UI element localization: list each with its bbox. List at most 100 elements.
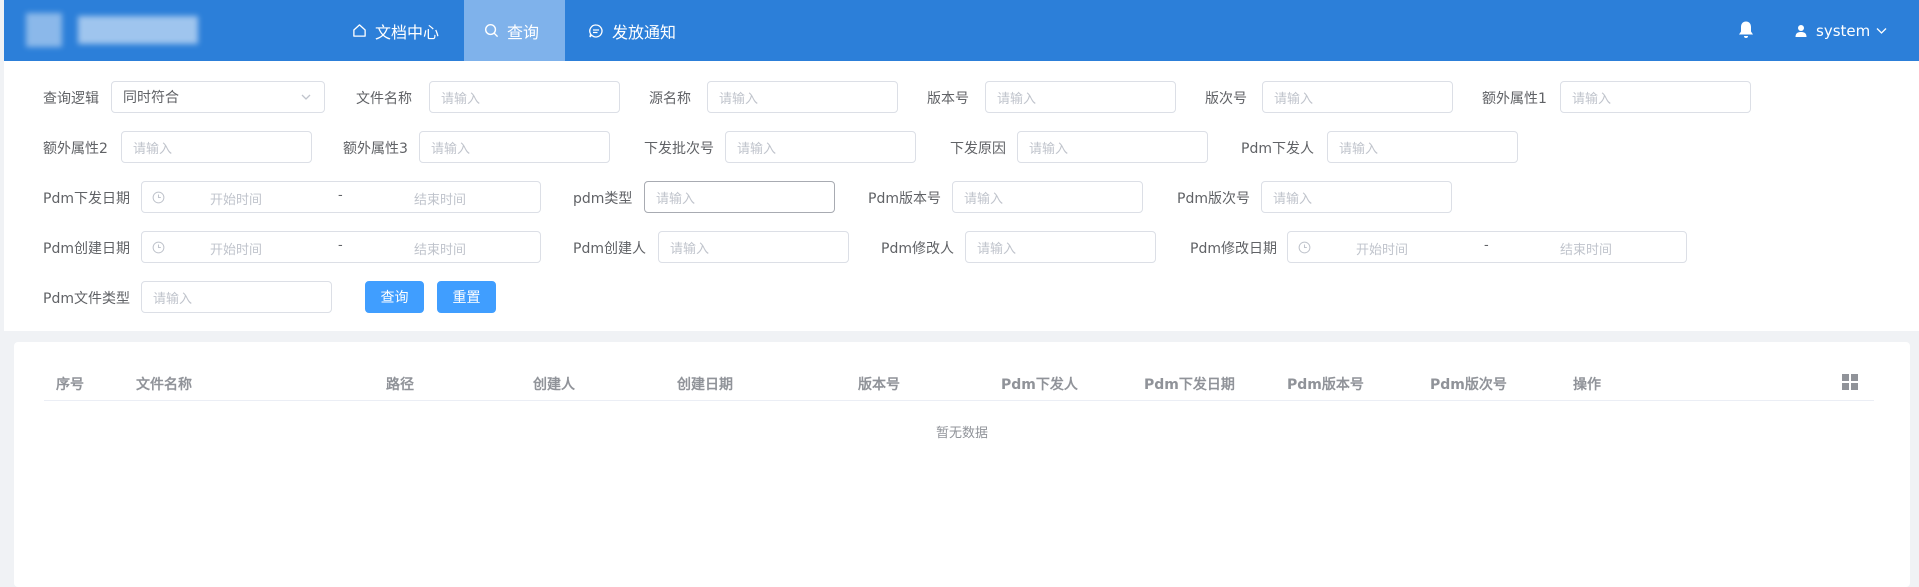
logic-label: 查询逻辑 <box>43 91 99 107</box>
pdm-type-input[interactable]: 请输入 <box>644 181 835 213</box>
message-icon <box>589 23 603 38</box>
column-header: Pdm下发人 <box>1001 377 1078 393</box>
column-header: 序号 <box>56 377 84 393</box>
column-header: 创建人 <box>533 377 575 393</box>
extra1-label: 额外属性1 <box>1482 91 1547 107</box>
placeholder: 请输入 <box>670 241 710 257</box>
column-header: Pdm版本号 <box>1287 377 1364 393</box>
revision-no-label: 版次号 <box>1205 91 1247 107</box>
logic-value: 同时符合 <box>123 90 179 106</box>
reset-button[interactable]: 重置 <box>437 281 496 313</box>
nav-item-notice[interactable]: 发放通知 <box>568 0 696 61</box>
pdm-modify-date-range[interactable]: 开始时间 - 结束时间 <box>1287 231 1687 263</box>
extra2-input[interactable]: 请输入 <box>121 131 312 163</box>
nav-label: 发放通知 <box>612 22 677 42</box>
pdm-modify-date-label: Pdm修改日期 <box>1190 241 1277 257</box>
user-name: system <box>1816 21 1871 40</box>
end-placeholder: 结束时间 <box>414 193 467 208</box>
batch-no-label: 下发批次号 <box>644 141 714 157</box>
pdm-create-date-label: Pdm创建日期 <box>43 241 130 257</box>
pdm-sender-label: Pdm下发人 <box>1241 141 1314 157</box>
range-separator: - <box>338 238 343 253</box>
search-form: 查询逻辑 同时符合 文件名称 请输入 源名称 请输入 版本号 请输入 版次号 请… <box>4 61 1919 331</box>
nav-item-query[interactable]: 查询 <box>464 0 565 61</box>
column-header: 创建日期 <box>677 377 733 393</box>
placeholder: 请输入 <box>964 191 1004 207</box>
pdm-send-date-range[interactable]: 开始时间 - 结束时间 <box>141 181 541 213</box>
end-placeholder: 结束时间 <box>414 243 467 258</box>
version-no-input[interactable]: 请输入 <box>985 81 1176 113</box>
placeholder: 请输入 <box>656 191 696 207</box>
pdm-modifier-label: Pdm修改人 <box>881 241 954 257</box>
pdm-creator-label: Pdm创建人 <box>573 241 646 257</box>
start-placeholder: 开始时间 <box>210 243 263 258</box>
search-icon <box>484 23 499 38</box>
clock-icon <box>152 241 165 254</box>
placeholder: 请输入 <box>1339 141 1379 157</box>
version-no-label: 版本号 <box>927 91 969 107</box>
chevron-down-icon <box>1876 27 1887 34</box>
column-settings-icon[interactable] <box>1842 374 1858 390</box>
top-navbar: 文档中心 查询 发放通知 system <box>4 0 1919 61</box>
pdm-create-date-range[interactable]: 开始时间 - 结束时间 <box>141 231 541 263</box>
placeholder: 请输入 <box>1572 91 1612 107</box>
column-header: 版本号 <box>858 377 900 393</box>
extra2-label: 额外属性2 <box>43 141 108 157</box>
placeholder: 请输入 <box>1274 91 1314 107</box>
placeholder: 请输入 <box>1273 191 1313 207</box>
home-icon <box>353 24 366 37</box>
pdm-version-input[interactable]: 请输入 <box>952 181 1143 213</box>
source-name-label: 源名称 <box>649 91 691 107</box>
column-header: 文件名称 <box>136 377 192 393</box>
reason-input[interactable]: 请输入 <box>1017 131 1208 163</box>
nav-label: 查询 <box>507 22 540 42</box>
chevron-down-icon <box>301 94 311 100</box>
file-name-label: 文件名称 <box>356 91 412 107</box>
nav-item-docs[interactable]: 文档中心 <box>332 0 459 61</box>
logic-select[interactable]: 同时符合 <box>111 81 325 113</box>
pdm-version-label: Pdm版本号 <box>868 191 941 207</box>
pdm-type-label: pdm类型 <box>573 191 633 207</box>
end-placeholder: 结束时间 <box>1560 243 1613 258</box>
extra3-input[interactable]: 请输入 <box>419 131 610 163</box>
table-header-divider <box>44 400 1874 401</box>
range-separator: - <box>338 188 343 203</box>
placeholder: 请输入 <box>133 141 173 157</box>
column-header: 操作 <box>1573 377 1601 393</box>
placeholder: 请输入 <box>997 91 1037 107</box>
placeholder: 请输入 <box>737 141 777 157</box>
pdm-send-date-label: Pdm下发日期 <box>43 191 130 207</box>
start-placeholder: 开始时间 <box>1356 243 1409 258</box>
pdm-file-type-label: Pdm文件类型 <box>43 291 130 307</box>
reason-label: 下发原因 <box>950 141 1006 157</box>
file-name-input[interactable]: 请输入 <box>429 81 620 113</box>
pdm-modifier-input[interactable]: 请输入 <box>965 231 1156 263</box>
pdm-revision-input[interactable]: 请输入 <box>1261 181 1452 213</box>
pdm-sender-input[interactable]: 请输入 <box>1327 131 1518 163</box>
nav-label: 文档中心 <box>375 22 440 42</box>
placeholder: 请输入 <box>441 91 481 107</box>
query-button[interactable]: 查询 <box>365 281 424 313</box>
extra3-label: 额外属性3 <box>343 141 408 157</box>
placeholder: 请输入 <box>1029 141 1069 157</box>
pdm-revision-label: Pdm版次号 <box>1177 191 1250 207</box>
clock-icon <box>1298 241 1311 254</box>
revision-no-input[interactable]: 请输入 <box>1262 81 1453 113</box>
range-separator: - <box>1484 238 1489 253</box>
logo <box>26 10 206 52</box>
column-header: Pdm下发日期 <box>1144 377 1235 393</box>
user-icon <box>1795 24 1807 37</box>
extra1-input[interactable]: 请输入 <box>1560 81 1751 113</box>
source-name-input[interactable]: 请输入 <box>707 81 898 113</box>
bell-icon[interactable] <box>1737 20 1755 40</box>
pdm-creator-input[interactable]: 请输入 <box>658 231 849 263</box>
clock-icon <box>152 191 165 204</box>
placeholder: 请输入 <box>431 141 471 157</box>
placeholder: 请输入 <box>977 241 1017 257</box>
start-placeholder: 开始时间 <box>210 193 263 208</box>
results-table: 序号 文件名称 路径 创建人 创建日期 版本号 Pdm下发人 Pdm下发日期 P… <box>14 342 1910 587</box>
user-menu[interactable]: system <box>1794 0 1895 61</box>
pdm-file-type-input[interactable]: 请输入 <box>141 281 332 313</box>
batch-no-input[interactable]: 请输入 <box>725 131 916 163</box>
empty-state: 暂无数据 <box>935 426 988 441</box>
